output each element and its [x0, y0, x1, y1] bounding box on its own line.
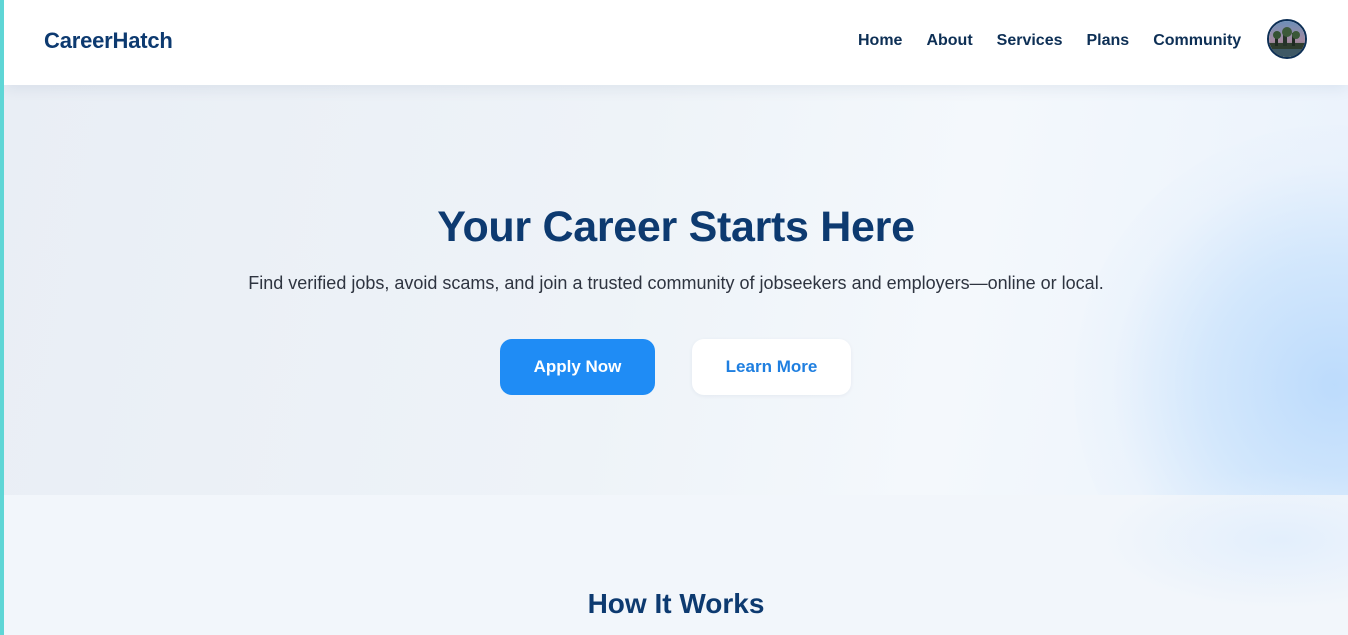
learn-more-button[interactable]: Learn More [692, 339, 851, 395]
brand-logo[interactable]: CareerHatch [44, 28, 173, 54]
how-it-works-title: How It Works [587, 588, 765, 619]
nav-link-home[interactable]: Home [858, 32, 902, 50]
hero-section: Your Career Starts Here Find verified jo… [4, 85, 1348, 495]
nav-link-services[interactable]: Services [997, 32, 1063, 50]
nav-link-community[interactable]: Community [1153, 32, 1241, 50]
nav-link-about[interactable]: About [926, 32, 972, 50]
left-accent-bar [0, 0, 4, 635]
hero-glow-decoration [1074, 125, 1348, 495]
hero-subtitle: Find verified jobs, avoid scams, and joi… [248, 273, 1104, 293]
hero-title: Your Career Starts Here [437, 203, 915, 251]
page: CareerHatch Home About Services Plans Co… [0, 0, 1348, 635]
nav-menu: Home About Services Plans Community [858, 32, 1241, 50]
apply-now-button[interactable]: Apply Now [500, 339, 655, 395]
navbar: CareerHatch Home About Services Plans Co… [4, 0, 1348, 85]
user-avatar-icon[interactable] [1267, 19, 1307, 59]
nav-link-plans[interactable]: Plans [1087, 32, 1130, 50]
